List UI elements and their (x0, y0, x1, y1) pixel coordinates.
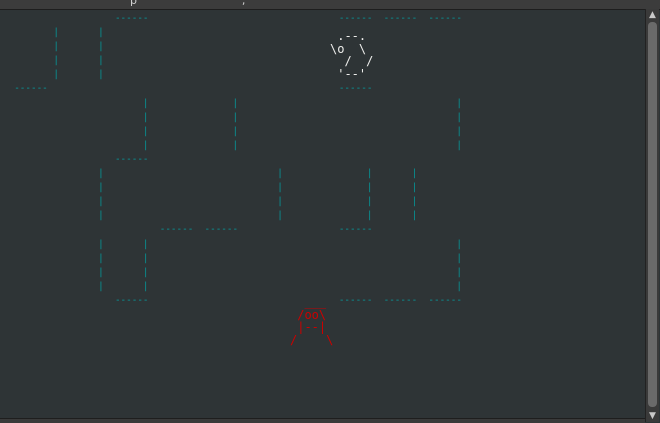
maze-row: | | | | (3, 196, 418, 208)
scroll-thumb[interactable] (648, 22, 657, 407)
maze-row: ------ ------ ------ ------ (3, 294, 462, 306)
maze-row: ------ ------ ------ ------ (3, 13, 462, 24)
window-bottom-edge (0, 418, 645, 423)
maze-row: | | | (3, 238, 462, 250)
maze-row: | | | (3, 97, 462, 109)
maze-row: | | | | (3, 210, 418, 222)
maze-row: | | | (3, 252, 462, 264)
title-bar[interactable]: p , (0, 0, 660, 10)
maze-row: | | | (3, 125, 462, 137)
maze-row: ------ (3, 153, 149, 165)
maze-row: | | | (3, 266, 462, 278)
terminal-screen[interactable]: ------ ------ ------ ------ | | | | | | … (3, 10, 643, 417)
maze-row: | | (3, 69, 104, 81)
maze-row: | | | | (3, 182, 418, 194)
maze-walls: ------ ------ ------ ------ | | | | | | … (3, 12, 462, 308)
ghost-sprite: .--. \o \ / / '--' (330, 29, 374, 81)
scroll-down-arrow-icon[interactable]: ▼ (646, 410, 659, 422)
maze-row: | | (3, 41, 104, 53)
maze-row: ------ ------ ------ (3, 224, 373, 236)
scroll-up-arrow-icon[interactable]: ▲ (646, 9, 659, 21)
maze-row: | | | | (3, 168, 418, 180)
maze-row: | | | (3, 111, 462, 123)
window-title: p , (130, 0, 246, 7)
maze-row: | | | (3, 280, 462, 292)
player-sprite: ___ /oo\ |--| / \ (290, 295, 334, 347)
terminal-window: p , ------ ------ ------ ------ | | | | … (0, 0, 660, 423)
maze-row: | | | (3, 139, 462, 151)
maze-row: ------ ------ (3, 83, 373, 95)
maze-row: | | (3, 27, 104, 39)
maze-row: | | (3, 55, 104, 67)
vertical-scrollbar[interactable]: ▲ ▼ (645, 9, 659, 422)
